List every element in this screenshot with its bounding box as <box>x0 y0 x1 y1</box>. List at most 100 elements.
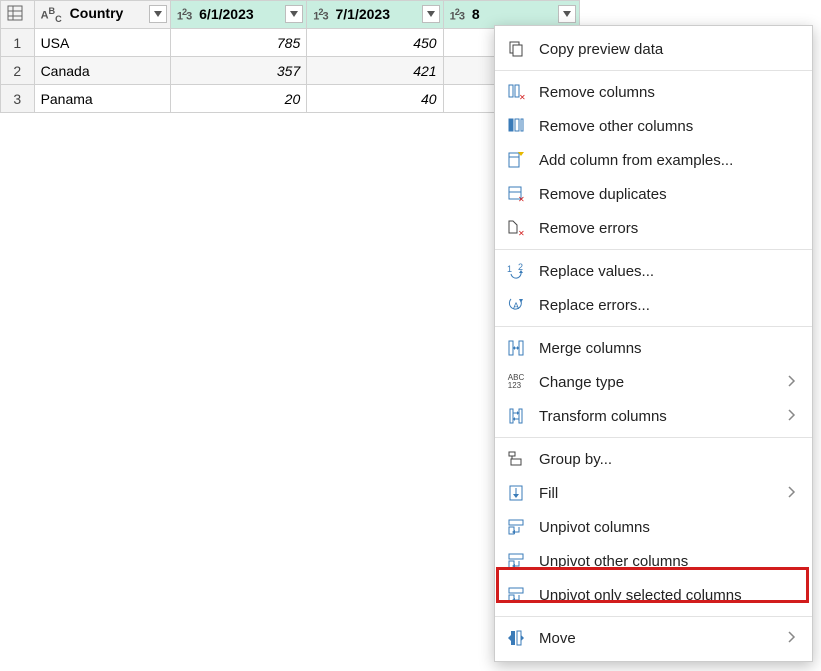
menu-separator <box>495 437 812 438</box>
number-type-icon: 123 <box>177 7 191 23</box>
fill-icon <box>505 483 527 503</box>
row-number[interactable]: 2 <box>1 57 35 85</box>
menu-remove-duplicates[interactable]: ✕ Remove duplicates <box>495 177 812 211</box>
menu-label: Replace errors... <box>539 297 798 314</box>
menu-label: Unpivot only selected columns <box>539 587 798 604</box>
menu-add-column-from-examples[interactable]: Add column from examples... <box>495 143 812 177</box>
menu-label: Move <box>539 630 788 647</box>
menu-label: Unpivot columns <box>539 519 798 536</box>
menu-replace-values[interactable]: 12 Replace values... <box>495 254 812 288</box>
table-row[interactable]: 3 Panama 20 40 <box>1 85 580 113</box>
group-by-icon <box>505 449 527 469</box>
menu-remove-other-columns[interactable]: Remove other columns <box>495 109 812 143</box>
menu-label: Add column from examples... <box>539 152 798 169</box>
menu-unpivot-only-selected-columns[interactable]: Unpivot only selected columns <box>495 578 812 612</box>
filter-dropdown[interactable] <box>285 5 303 23</box>
text-type-icon: ABC <box>41 6 62 24</box>
menu-remove-columns[interactable]: ✕ Remove columns <box>495 75 812 109</box>
col-header-date2[interactable]: 123 7/1/2023 <box>307 1 443 29</box>
menu-label: Group by... <box>539 451 798 468</box>
cell-value[interactable]: 357 <box>170 57 306 85</box>
col-header-date1[interactable]: 123 6/1/2023 <box>170 1 306 29</box>
svg-text:A: A <box>513 301 519 311</box>
submenu-arrow-icon <box>788 485 798 502</box>
svg-text:2: 2 <box>518 262 523 272</box>
corner-cell[interactable] <box>1 1 35 29</box>
add-column-examples-icon <box>505 150 527 170</box>
menu-label: Fill <box>539 485 788 502</box>
chevron-down-icon <box>427 11 435 17</box>
menu-replace-errors[interactable]: A Replace errors... <box>495 288 812 322</box>
menu-group-by[interactable]: Group by... <box>495 442 812 476</box>
filter-dropdown[interactable] <box>558 5 576 23</box>
unpivot-selected-icon <box>505 585 527 605</box>
cell-value[interactable]: 40 <box>307 85 443 113</box>
menu-label: Copy preview data <box>539 41 798 58</box>
menu-label: Remove errors <box>539 220 798 237</box>
menu-merge-columns[interactable]: Merge columns <box>495 331 812 365</box>
menu-label: Remove other columns <box>539 118 798 135</box>
cell-value[interactable]: 785 <box>170 29 306 57</box>
copy-icon <box>505 39 527 59</box>
table-row[interactable]: 2 Canada 357 421 <box>1 57 580 85</box>
number-type-icon: 123 <box>450 7 464 23</box>
data-grid: ABC Country 123 6/1/2023 123 7/1/2023 <box>0 0 580 113</box>
cell-value[interactable]: 20 <box>170 85 306 113</box>
col-label: 6/1/2023 <box>199 6 254 22</box>
submenu-arrow-icon <box>788 408 798 425</box>
svg-text:✕: ✕ <box>518 195 525 203</box>
menu-label: Remove columns <box>539 84 798 101</box>
remove-errors-icon: ✕ <box>505 218 527 238</box>
menu-transform-columns[interactable]: Transform columns <box>495 399 812 433</box>
menu-separator <box>495 249 812 250</box>
menu-separator <box>495 326 812 327</box>
row-number[interactable]: 1 <box>1 29 35 57</box>
menu-change-type[interactable]: ABC123 Change type <box>495 365 812 399</box>
chevron-down-icon <box>154 11 162 17</box>
menu-label: Remove duplicates <box>539 186 798 203</box>
svg-text:✕: ✕ <box>519 93 525 101</box>
change-type-icon: ABC123 <box>505 372 527 392</box>
cell-value[interactable]: 450 <box>307 29 443 57</box>
menu-separator <box>495 616 812 617</box>
chevron-down-icon <box>563 11 571 17</box>
remove-columns-icon: ✕ <box>505 82 527 102</box>
move-icon <box>505 628 527 648</box>
menu-remove-errors[interactable]: ✕ Remove errors <box>495 211 812 245</box>
filter-dropdown[interactable] <box>149 5 167 23</box>
replace-values-icon: 12 <box>505 261 527 281</box>
submenu-arrow-icon <box>788 374 798 391</box>
row-number[interactable]: 3 <box>1 85 35 113</box>
menu-separator <box>495 70 812 71</box>
remove-duplicates-icon: ✕ <box>505 184 527 204</box>
cell-country[interactable]: Canada <box>34 57 170 85</box>
svg-text:✕: ✕ <box>518 229 525 237</box>
chevron-down-icon <box>290 11 298 17</box>
menu-move[interactable]: Move <box>495 621 812 655</box>
cell-value[interactable]: 421 <box>307 57 443 85</box>
cell-country[interactable]: USA <box>34 29 170 57</box>
col-header-country[interactable]: ABC Country <box>34 1 170 29</box>
table-row[interactable]: 1 USA 785 450 <box>1 29 580 57</box>
menu-label: Replace values... <box>539 263 798 280</box>
merge-columns-icon <box>505 338 527 358</box>
unpivot-icon <box>505 517 527 537</box>
context-menu: Copy preview data ✕ Remove columns Remov… <box>494 25 813 662</box>
table-icon <box>7 8 23 24</box>
filter-dropdown[interactable] <box>422 5 440 23</box>
menu-label: Merge columns <box>539 340 798 357</box>
menu-copy-preview-data[interactable]: Copy preview data <box>495 32 812 66</box>
col-label: Country <box>70 5 124 21</box>
svg-text:1: 1 <box>507 264 512 274</box>
menu-unpivot-columns[interactable]: Unpivot columns <box>495 510 812 544</box>
replace-errors-icon: A <box>505 295 527 315</box>
menu-fill[interactable]: Fill <box>495 476 812 510</box>
submenu-arrow-icon <box>788 630 798 647</box>
col-label: 8 <box>472 6 480 22</box>
menu-unpivot-other-columns[interactable]: Unpivot other columns <box>495 544 812 578</box>
transform-columns-icon <box>505 406 527 426</box>
number-type-icon: 123 <box>313 7 327 23</box>
remove-other-columns-icon <box>505 116 527 136</box>
cell-country[interactable]: Panama <box>34 85 170 113</box>
menu-label: Unpivot other columns <box>539 553 798 570</box>
